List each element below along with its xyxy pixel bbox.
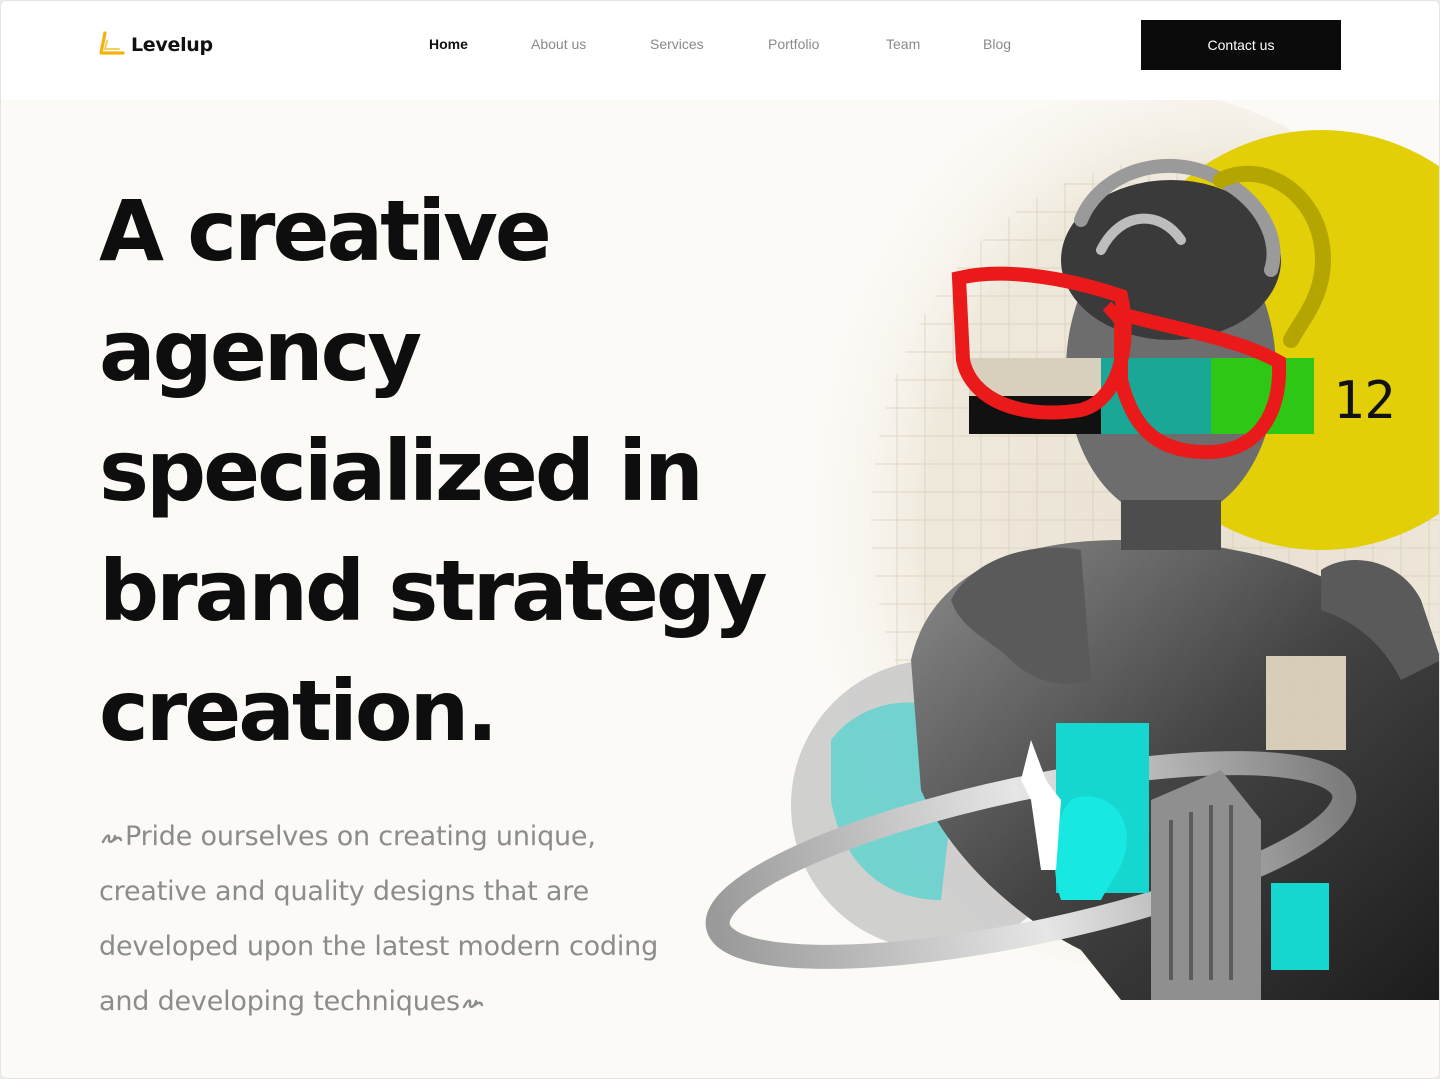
logo[interactable]: Levelup xyxy=(99,31,213,59)
page-frame: Levelup Home About us Services Portfolio… xyxy=(0,0,1440,1079)
cyan-block xyxy=(1271,883,1329,970)
collage-number: 12 xyxy=(1333,371,1396,431)
nav-portfolio[interactable]: Portfolio xyxy=(768,36,819,52)
site-header: Levelup Home About us Services Portfolio… xyxy=(1,1,1439,100)
nav-services[interactable]: Services xyxy=(650,36,704,52)
hero-collage: 12 xyxy=(705,100,1439,1000)
nav-blog[interactable]: Blog xyxy=(983,36,1011,52)
nav-about[interactable]: About us xyxy=(531,36,586,52)
nav-team[interactable]: Team xyxy=(886,36,920,52)
nav-home[interactable]: Home xyxy=(429,36,468,52)
hero-subtitle-text: Pride ourselves on creating unique, crea… xyxy=(99,821,659,1017)
contact-button[interactable]: Contact us xyxy=(1141,20,1341,70)
hero-subtitle: Pride ourselves on creating unique, crea… xyxy=(99,809,679,1029)
levelup-logo-icon xyxy=(99,31,125,55)
squiggle-icon xyxy=(101,833,123,843)
building xyxy=(1151,770,1261,1000)
squiggle-icon xyxy=(462,998,484,1008)
brand-name: Levelup xyxy=(131,34,213,56)
